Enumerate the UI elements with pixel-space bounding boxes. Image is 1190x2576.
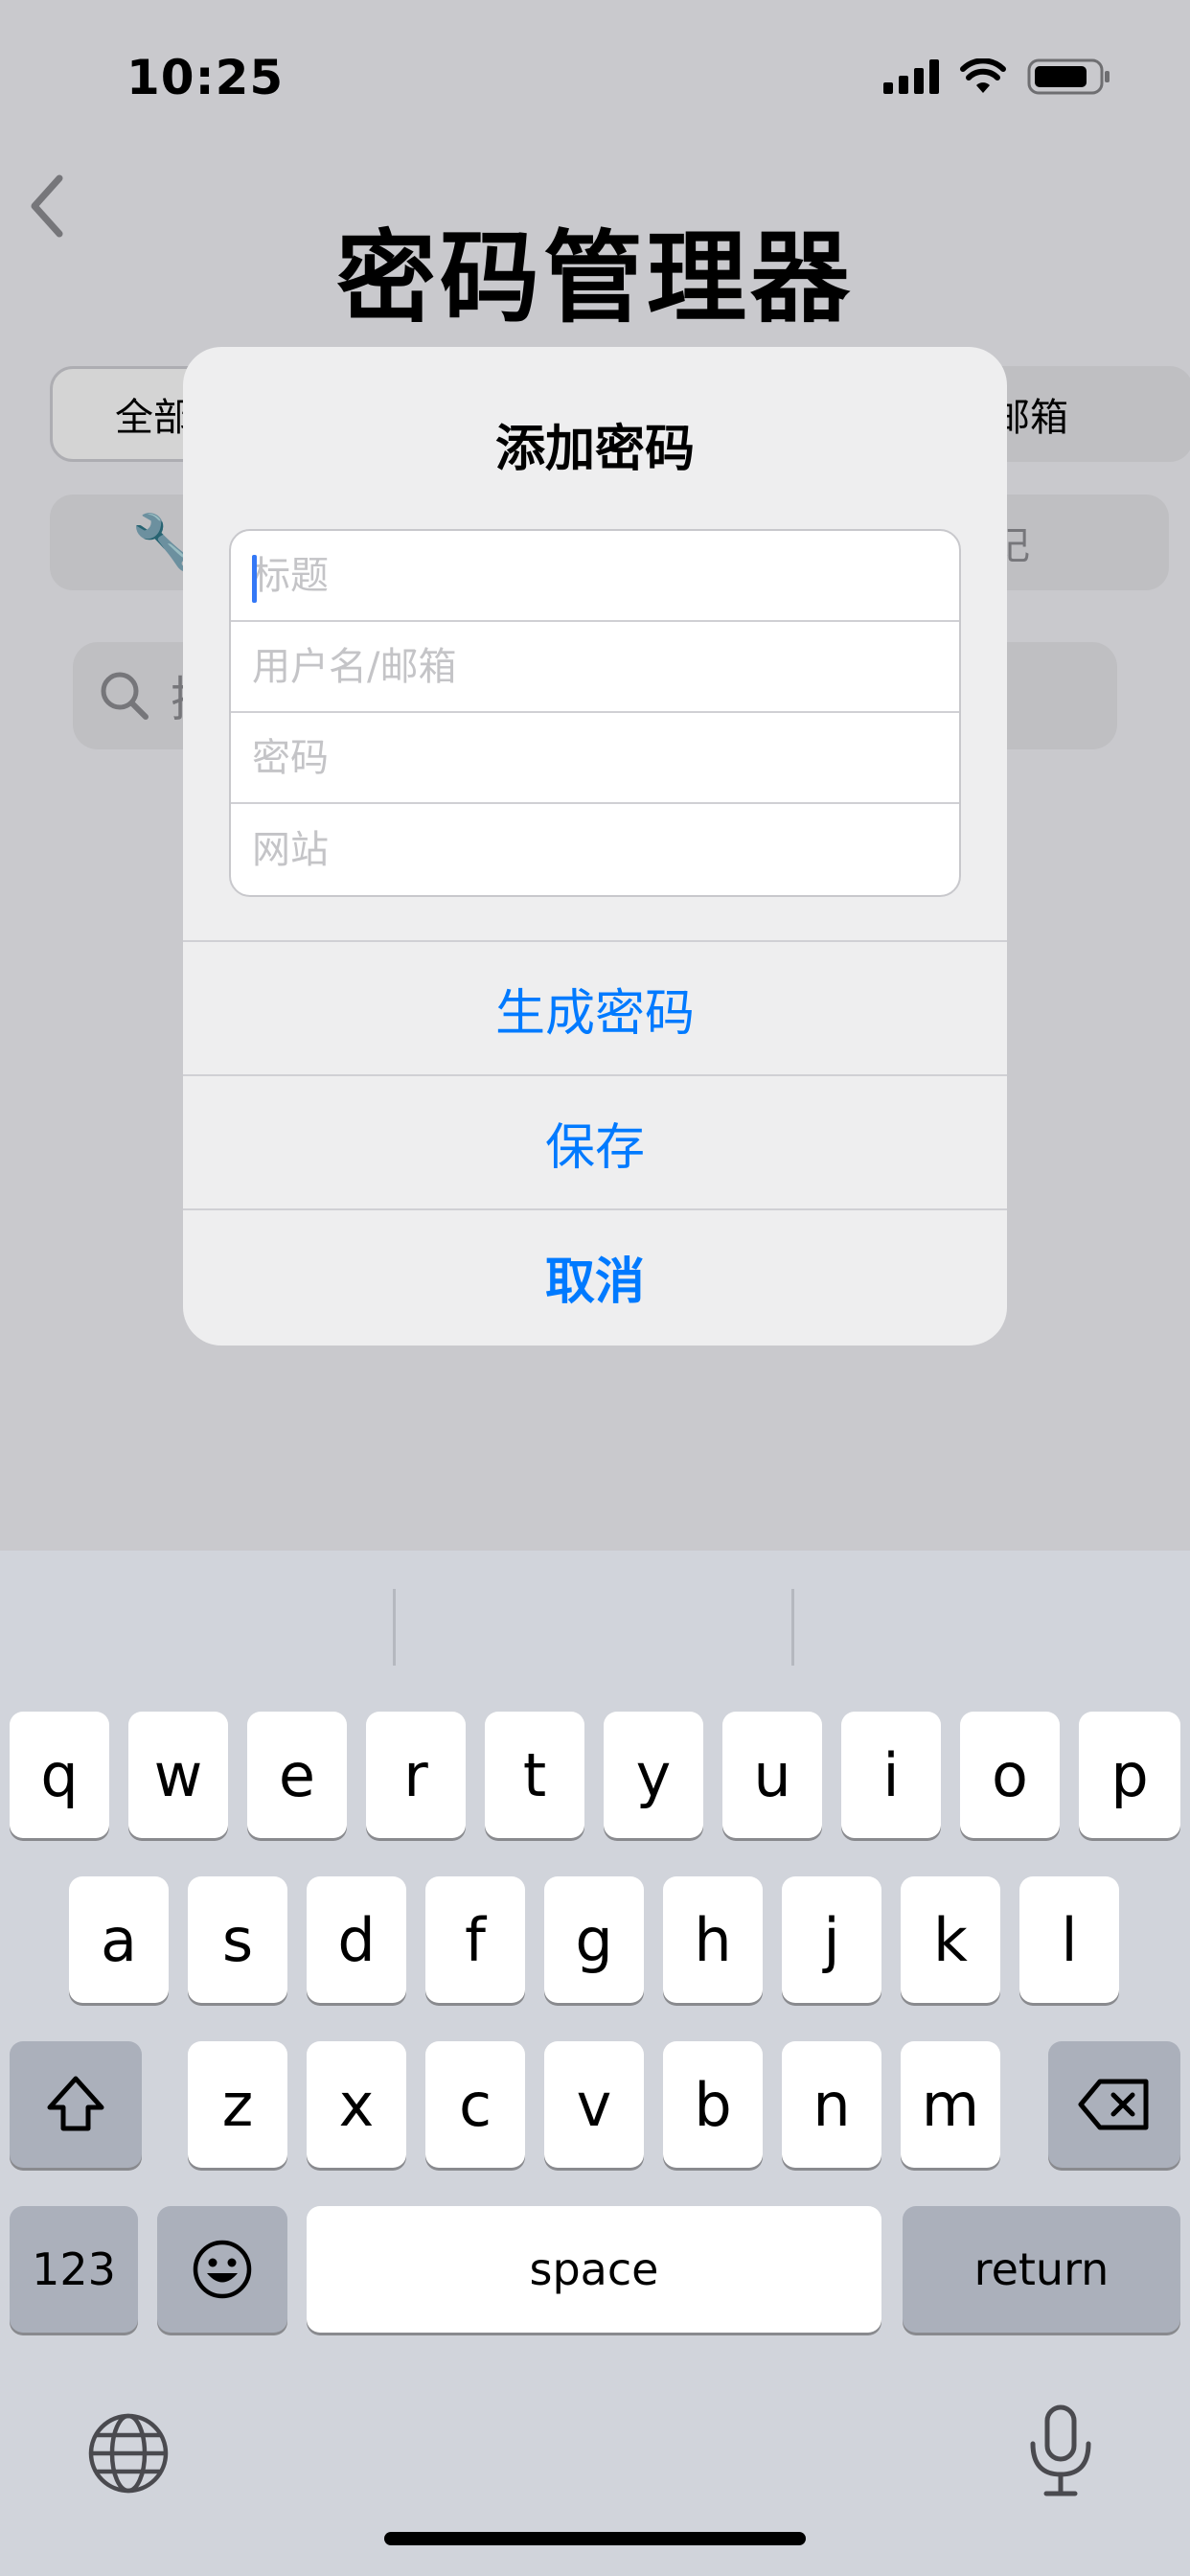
key-a[interactable]: a xyxy=(69,1876,169,2003)
text-caret xyxy=(252,555,257,603)
add-password-dialog: 添加密码 生成密码 保存 取消 xyxy=(183,347,1007,1346)
key-p[interactable]: p xyxy=(1079,1712,1180,1838)
globe-icon[interactable] xyxy=(86,2411,171,2496)
emoji-key[interactable] xyxy=(157,2206,287,2333)
numbers-key[interactable]: 123 xyxy=(10,2206,138,2333)
key-j[interactable]: j xyxy=(782,1876,881,2003)
shift-key[interactable] xyxy=(10,2041,142,2168)
return-key[interactable]: return xyxy=(903,2206,1180,2333)
dialog-fields-group xyxy=(229,529,961,897)
key-c[interactable]: c xyxy=(425,2041,525,2168)
microphone-icon[interactable] xyxy=(1025,2404,1096,2499)
generate-password-button[interactable]: 生成密码 xyxy=(183,940,1007,1074)
key-d[interactable]: d xyxy=(307,1876,406,2003)
key-g[interactable]: g xyxy=(544,1876,644,2003)
username-field-row xyxy=(231,622,959,713)
title-field[interactable] xyxy=(252,553,959,598)
key-u[interactable]: u xyxy=(722,1712,822,1838)
key-x[interactable]: x xyxy=(307,2041,406,2168)
key-l[interactable]: l xyxy=(1019,1876,1119,2003)
cancel-button[interactable]: 取消 xyxy=(183,1208,1007,1343)
key-o[interactable]: o xyxy=(960,1712,1060,1838)
key-t[interactable]: t xyxy=(485,1712,584,1838)
shift-arrow-icon xyxy=(47,2076,104,2131)
password-field-row xyxy=(231,713,959,804)
title-field-row xyxy=(231,531,959,622)
username-field[interactable] xyxy=(252,644,959,689)
dialog-title: 添加密码 xyxy=(494,421,695,478)
save-button[interactable]: 保存 xyxy=(183,1074,1007,1208)
key-m[interactable]: m xyxy=(901,2041,1000,2168)
website-field-row xyxy=(231,804,959,895)
key-s[interactable]: s xyxy=(188,1876,287,2003)
key-b[interactable]: b xyxy=(663,2041,763,2168)
key-r[interactable]: r xyxy=(366,1712,466,1838)
home-indicator[interactable] xyxy=(384,2532,806,2545)
website-field[interactable] xyxy=(252,827,959,872)
key-q[interactable]: q xyxy=(10,1712,109,1838)
delete-key[interactable] xyxy=(1048,2041,1180,2168)
password-field[interactable] xyxy=(252,735,959,780)
key-i[interactable]: i xyxy=(841,1712,941,1838)
backspace-icon xyxy=(1078,2079,1149,2130)
suggestion-divider xyxy=(393,1589,396,1666)
key-f[interactable]: f xyxy=(425,1876,525,2003)
key-v[interactable]: v xyxy=(544,2041,644,2168)
suggestion-divider xyxy=(791,1589,794,1666)
key-k[interactable]: k xyxy=(901,1876,1000,2003)
key-n[interactable]: n xyxy=(782,2041,881,2168)
key-z[interactable]: z xyxy=(188,2041,287,2168)
key-h[interactable]: h xyxy=(663,1876,763,2003)
key-y[interactable]: y xyxy=(604,1712,703,1838)
space-key[interactable]: space xyxy=(307,2206,881,2333)
key-w[interactable]: w xyxy=(128,1712,228,1838)
emoji-smiley-icon xyxy=(193,2240,252,2299)
keyboard: q w e r t y u i o p a s d f g h j k l z … xyxy=(0,1551,1190,2576)
key-e[interactable]: e xyxy=(247,1712,347,1838)
